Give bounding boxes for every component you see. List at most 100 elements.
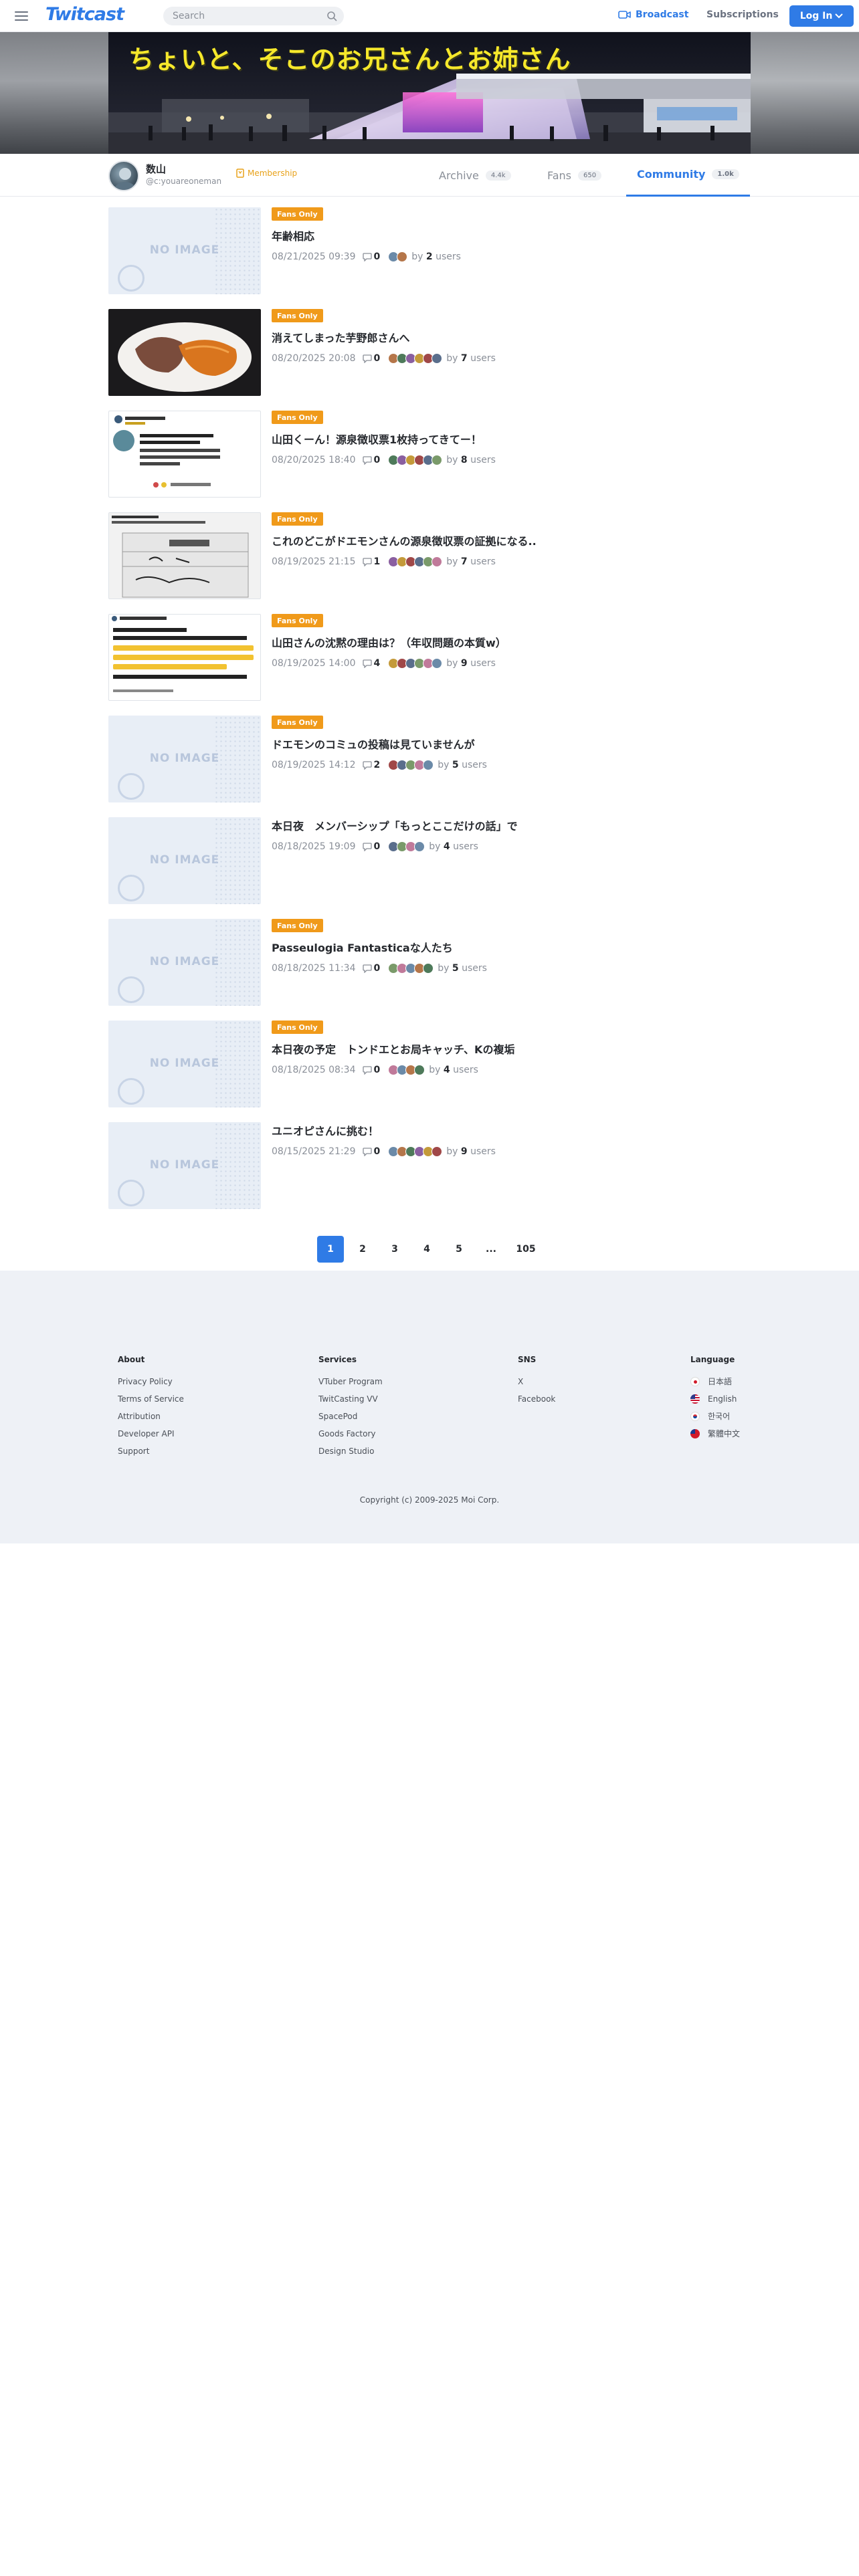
post-title[interactable]: 山田さんの沈黙の理由は？（年収問題の本質w）	[272, 634, 506, 650]
profile-bar: 数山 @c:youareoneman Membership Archive 4.…	[0, 154, 859, 197]
post-title[interactable]: これのどこがドエモンさんの源泉徴収票の証拠になる..	[272, 532, 537, 548]
login-button[interactable]: Log In	[789, 5, 854, 27]
avatar[interactable]	[108, 160, 139, 191]
community-post[interactable]: Fans Only 山田くーん！源泉徴収票1枚持ってきてー！ 08/20/202…	[108, 411, 751, 498]
user-count: by 5 users	[438, 963, 487, 974]
page-ellipsis: ...	[486, 1244, 496, 1255]
page-4-button[interactable]: 4	[413, 1236, 440, 1263]
post-title[interactable]: ドエモンのコミュの投稿は見ていませんが	[272, 736, 475, 752]
page-2-button[interactable]: 2	[349, 1236, 376, 1263]
footer-link[interactable]: Attribution	[118, 1411, 184, 1421]
user-avatar	[423, 963, 434, 974]
community-post[interactable]: Fans Only 消えてしまった芋野郎さんへ 08/20/2025 20:08…	[108, 309, 751, 396]
post-thumbnail	[108, 614, 261, 701]
post-meta: 08/20/2025 20:08 0 by 7 users	[272, 353, 496, 364]
post-title[interactable]: 年齢相応	[272, 227, 314, 243]
footer-link-facebook[interactable]: Facebook	[518, 1394, 555, 1404]
broadcast-button[interactable]: Broadcast	[618, 9, 688, 20]
profile-name[interactable]: 数山	[146, 162, 166, 176]
language-option-ko[interactable]: 한국어	[690, 1411, 740, 1421]
footer-link[interactable]: Design Studio	[318, 1446, 383, 1456]
community-post[interactable]: Fans Only 山田さんの沈黙の理由は？（年収問題の本質w） 08/19/2…	[108, 614, 751, 701]
footer-link[interactable]: VTuber Program	[318, 1376, 383, 1386]
tab-archive[interactable]: Archive 4.4k	[439, 154, 511, 197]
post-thumbnail	[108, 512, 261, 599]
footer-link[interactable]: TwitCasting VV	[318, 1394, 383, 1404]
community-post[interactable]: NO IMAGE 本日夜 メンバーシップ「もっとここだけの話」で 08/18/2…	[108, 817, 751, 904]
post-title[interactable]: 本日夜 メンバーシップ「もっとここだけの話」で	[272, 817, 518, 833]
community-post[interactable]: NO IMAGE Fans Only 本日夜の予定 トンドエとお局キャッチ、Kの…	[108, 1021, 751, 1107]
no-image-text: NO IMAGE	[149, 955, 220, 968]
post-title[interactable]: ユニオピさんに挑む！	[272, 1122, 379, 1138]
post-date: 08/20/2025 18:40	[272, 455, 356, 465]
language-option-zh-tw[interactable]: 繁體中文	[690, 1428, 740, 1438]
footer-link[interactable]: Support	[118, 1446, 184, 1456]
footer-link[interactable]: Goods Factory	[318, 1428, 383, 1438]
comment-count: 1	[362, 556, 380, 567]
comment-count: 0	[362, 353, 380, 364]
comment-icon	[362, 659, 372, 668]
comment-icon	[362, 354, 372, 363]
no-image-text: NO IMAGE	[149, 1057, 220, 1070]
post-date: 08/19/2025 14:00	[272, 658, 356, 669]
user-avatar-stack	[388, 251, 408, 262]
profile-handle: @c:youareoneman	[146, 177, 222, 186]
post-date: 08/18/2025 19:09	[272, 841, 356, 852]
post-thumbnail	[108, 411, 261, 498]
community-post[interactable]: NO IMAGE Fans Only 年齢相応 08/21/2025 09:39…	[108, 207, 751, 294]
post-meta: 08/20/2025 18:40 0 by 8 users	[272, 455, 496, 465]
post-title[interactable]: 山田くーん！源泉徴収票1枚持ってきてー！	[272, 431, 482, 447]
taiwan-flag-icon	[690, 1428, 700, 1438]
language-option-ja[interactable]: 日本語	[690, 1376, 740, 1386]
user-count: by 4 users	[429, 1065, 478, 1075]
search-input[interactable]	[163, 11, 317, 21]
post-date: 08/15/2025 21:29	[272, 1146, 356, 1157]
footer-heading: Services	[318, 1355, 357, 1364]
comment-icon	[362, 842, 372, 851]
comment-icon	[362, 760, 372, 770]
page-3-button[interactable]: 3	[381, 1236, 408, 1263]
footer-link[interactable]: Privacy Policy	[118, 1376, 184, 1386]
page-1-button[interactable]: 1	[317, 1236, 344, 1263]
tab-label: Archive	[439, 169, 479, 182]
footer-link-x[interactable]: X	[518, 1376, 555, 1386]
tab-fans[interactable]: Fans 650	[547, 154, 602, 197]
post-title[interactable]: Passeulogia Fantasticaな人たち	[272, 939, 453, 955]
top-header: Twitcast Broadcast Subscriptions Log In	[0, 0, 859, 32]
community-post[interactable]: NO IMAGE Fans Only Passeulogia Fantastic…	[108, 919, 751, 1006]
community-post[interactable]: NO IMAGE ユニオピさんに挑む！ 08/15/2025 21:29 0 b…	[108, 1122, 751, 1209]
tab-count: 650	[578, 170, 602, 181]
membership-link[interactable]: Membership	[235, 169, 297, 178]
footer-services: Services VTuber Program TwitCasting VV S…	[318, 1355, 383, 1463]
post-date: 08/19/2025 14:12	[272, 760, 356, 770]
footer-link[interactable]: SpacePod	[318, 1411, 383, 1421]
subscriptions-link[interactable]: Subscriptions	[706, 9, 779, 20]
page-last-button[interactable]: 105	[510, 1236, 542, 1263]
tab-community[interactable]: Community 1.0k	[626, 154, 750, 197]
post-thumbnail: NO IMAGE	[108, 1122, 261, 1209]
community-post[interactable]: Fans Only これのどこがドエモンさんの源泉徴収票の証拠になる.. 08/…	[108, 512, 751, 599]
footer-language: Language 日本語 English 한국어 繁體中文	[690, 1355, 740, 1446]
comment-icon	[362, 455, 372, 465]
menu-icon[interactable]	[13, 9, 29, 23]
language-option-en[interactable]: English	[690, 1394, 740, 1404]
site-logo[interactable]: Twitcast	[45, 4, 124, 25]
membership-icon	[236, 169, 244, 178]
footer-heading: SNS	[518, 1355, 537, 1364]
post-meta: 08/18/2025 19:09 0 by 4 users	[272, 841, 478, 852]
post-title[interactable]: 本日夜の予定 トンドエとお局キャッチ、Kの複垢	[272, 1041, 514, 1057]
post-title[interactable]: 消えてしまった芋野郎さんへ	[272, 329, 410, 345]
user-avatar	[397, 251, 408, 262]
page-5-button[interactable]: 5	[446, 1236, 472, 1263]
search-icon[interactable]	[326, 11, 337, 21]
footer-link[interactable]: Developer API	[118, 1428, 184, 1438]
post-date: 08/18/2025 08:34	[272, 1065, 356, 1075]
pagination: 1 2 3 4 5 ... 105	[317, 1236, 547, 1263]
tab-label: Fans	[547, 169, 572, 182]
community-post[interactable]: NO IMAGE Fans Only ドエモンのコミュの投稿は見ていませんが 0…	[108, 716, 751, 802]
no-image-text: NO IMAGE	[149, 1158, 220, 1172]
footer-link[interactable]: Terms of Service	[118, 1394, 184, 1404]
copyright: Copyright (c) 2009-2025 Moi Corp.	[359, 1495, 500, 1505]
chevron-down-icon	[835, 13, 844, 19]
post-meta: 08/18/2025 08:34 0 by 4 users	[272, 1065, 478, 1075]
